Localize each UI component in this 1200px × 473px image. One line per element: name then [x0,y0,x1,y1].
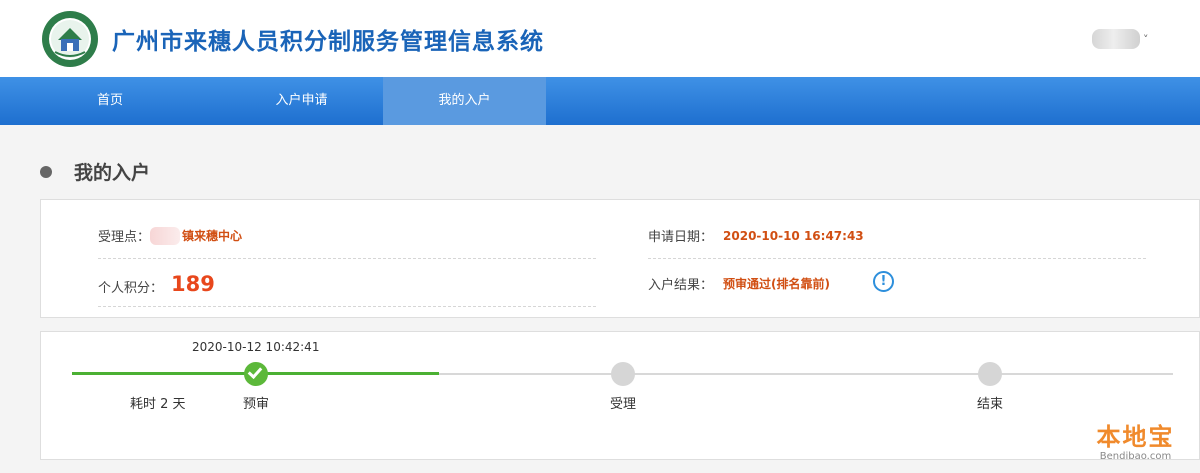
app-header: 广州市来穗人员积分制服务管理信息系统 ˅ [0,0,1200,77]
nav-home[interactable]: 首页 [0,77,220,125]
divider [98,258,596,259]
watermark: 本地宝 Bendibao.com [1078,417,1193,469]
progress-track [438,373,1173,375]
score-row: 个人积分： 189 [98,271,215,297]
step-label-end: 结束 [977,397,1004,412]
logo-icon [42,11,98,67]
site-title: 广州市来穗人员积分制服务管理信息系统 [112,29,544,55]
score-label: 个人积分： [98,281,164,296]
divider [648,258,1146,259]
info-alert-icon[interactable]: ! [873,271,894,292]
elapsed-time: 耗时 2 天 [130,397,186,412]
apply-date-row: 申请日期： 2020-10-10 16:47:43 [648,226,864,246]
redacted-text [150,226,181,245]
step-label-accept: 受理 [610,397,637,412]
result-row: 入户结果： 预审通过(排名靠前) [648,274,830,293]
step-label-preview: 预审 [243,397,270,412]
result-label: 入户结果： [648,278,714,293]
main-nav: 首页 入户申请 我的入户 [0,77,1200,125]
step-done-icon [244,362,268,386]
chevron-down-icon: ˅ [1143,32,1149,46]
divider [98,306,596,307]
username-blurred [1092,29,1140,49]
result-value: 预审通过(排名靠前) [723,277,830,291]
accept-point-label: 受理点： [98,230,151,245]
page-title: 我的入户 [74,162,151,184]
step-pending-icon [611,362,635,386]
watermark-text: 本地宝 [1096,423,1175,451]
application-info-panel: 受理点： 镇来穗中心 申请日期： 2020-10-10 16:47:43 个人积… [40,199,1200,318]
nav-my-settlement[interactable]: 我的入户 [383,77,546,125]
user-menu[interactable]: ˅ [1092,28,1149,50]
accept-point-value: 镇来穗中心 [182,229,243,243]
apply-date-value: 2020-10-10 16:47:43 [723,228,864,243]
nav-apply[interactable]: 入户申请 [220,77,383,125]
page-heading: 我的入户 [40,158,150,185]
step-pending-icon [978,362,1002,386]
watermark-sub: Bendibao.com [1099,451,1172,462]
score-value: 189 [171,271,215,296]
apply-date-label: 申请日期： [648,230,714,245]
step-time: 2020-10-12 10:42:41 [192,340,320,354]
check-icon [247,363,263,380]
bullet-icon [40,165,52,178]
progress-panel: 2020-10-12 10:42:41 耗时 2 天 预审 受理 结束 [40,331,1200,460]
accept-point-row: 受理点： 镇来穗中心 [98,226,242,245]
